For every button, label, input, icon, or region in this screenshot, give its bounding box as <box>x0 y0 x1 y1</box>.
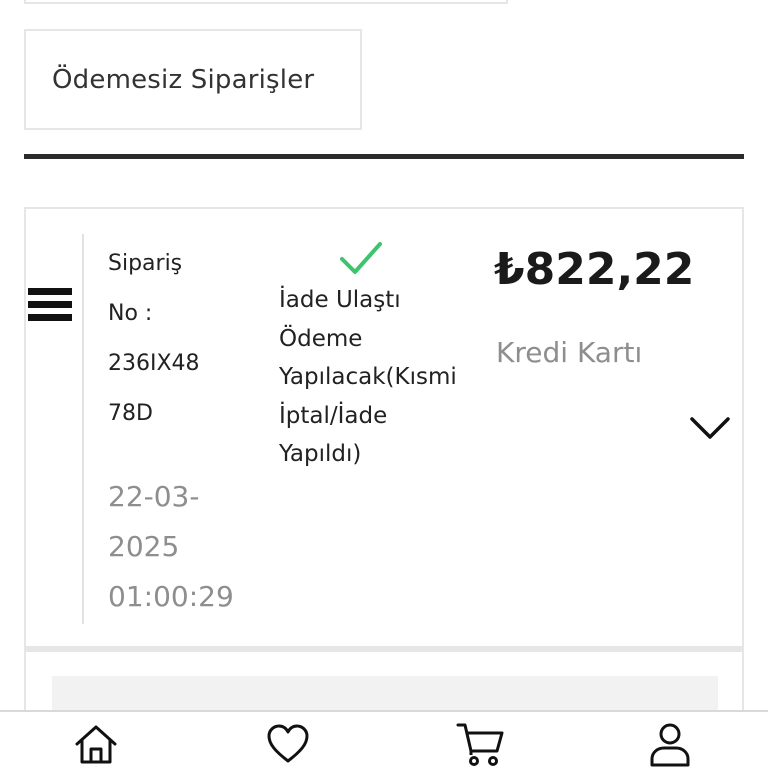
order-status-line: İade Ulaştı <box>279 287 401 313</box>
order-number: Sipariş No : 236IX48 78D <box>108 239 228 439</box>
nav-cart[interactable] <box>456 720 504 768</box>
order-date: 22-03- 2025 01:00:29 <box>108 472 258 622</box>
payment-method: Kredi Kartı <box>496 336 643 369</box>
user-icon <box>650 723 690 767</box>
order-number-line: Sipariş <box>108 251 183 276</box>
bottom-nav <box>0 710 768 770</box>
previous-card-edge <box>24 0 508 4</box>
chevron-down-icon[interactable] <box>688 413 732 443</box>
order-card[interactable]: Sipariş No : 236IX48 78D 22-03- 2025 01:… <box>24 207 744 648</box>
section-divider <box>24 154 744 159</box>
nav-favorites[interactable] <box>264 720 312 768</box>
order-number-line: 236IX48 <box>108 351 200 376</box>
order-date-line: 22-03- <box>108 480 200 513</box>
order-date-line: 01:00:29 <box>108 580 234 613</box>
order-date-line: 2025 <box>108 530 180 563</box>
check-icon <box>340 242 382 274</box>
home-icon <box>75 725 117 764</box>
order-number-line: No : <box>108 301 153 326</box>
hamburger-icon[interactable] <box>28 288 72 328</box>
order-status-line: İptal/İade <box>279 402 388 429</box>
order-number-line: 78D <box>108 401 153 426</box>
order-status-line: Yapılacak(Kısmi <box>279 364 457 390</box>
order-status-line: Ödeme <box>279 325 363 352</box>
unpaid-orders-button[interactable]: Ödemesiz Siparişler <box>24 29 362 130</box>
nav-account[interactable] <box>646 720 694 768</box>
order-status: İade Ulaştı Ödeme Yapılacak(Kısmi İptal/… <box>279 281 479 474</box>
cart-icon <box>456 723 504 766</box>
order-amount: ₺822,22 <box>494 244 695 295</box>
nav-home[interactable] <box>72 720 120 768</box>
column-divider <box>82 234 84 624</box>
order-status-line: Yapıldı) <box>279 441 362 467</box>
heart-icon <box>267 724 309 763</box>
unpaid-orders-label: Ödemesiz Siparişler <box>52 64 315 95</box>
